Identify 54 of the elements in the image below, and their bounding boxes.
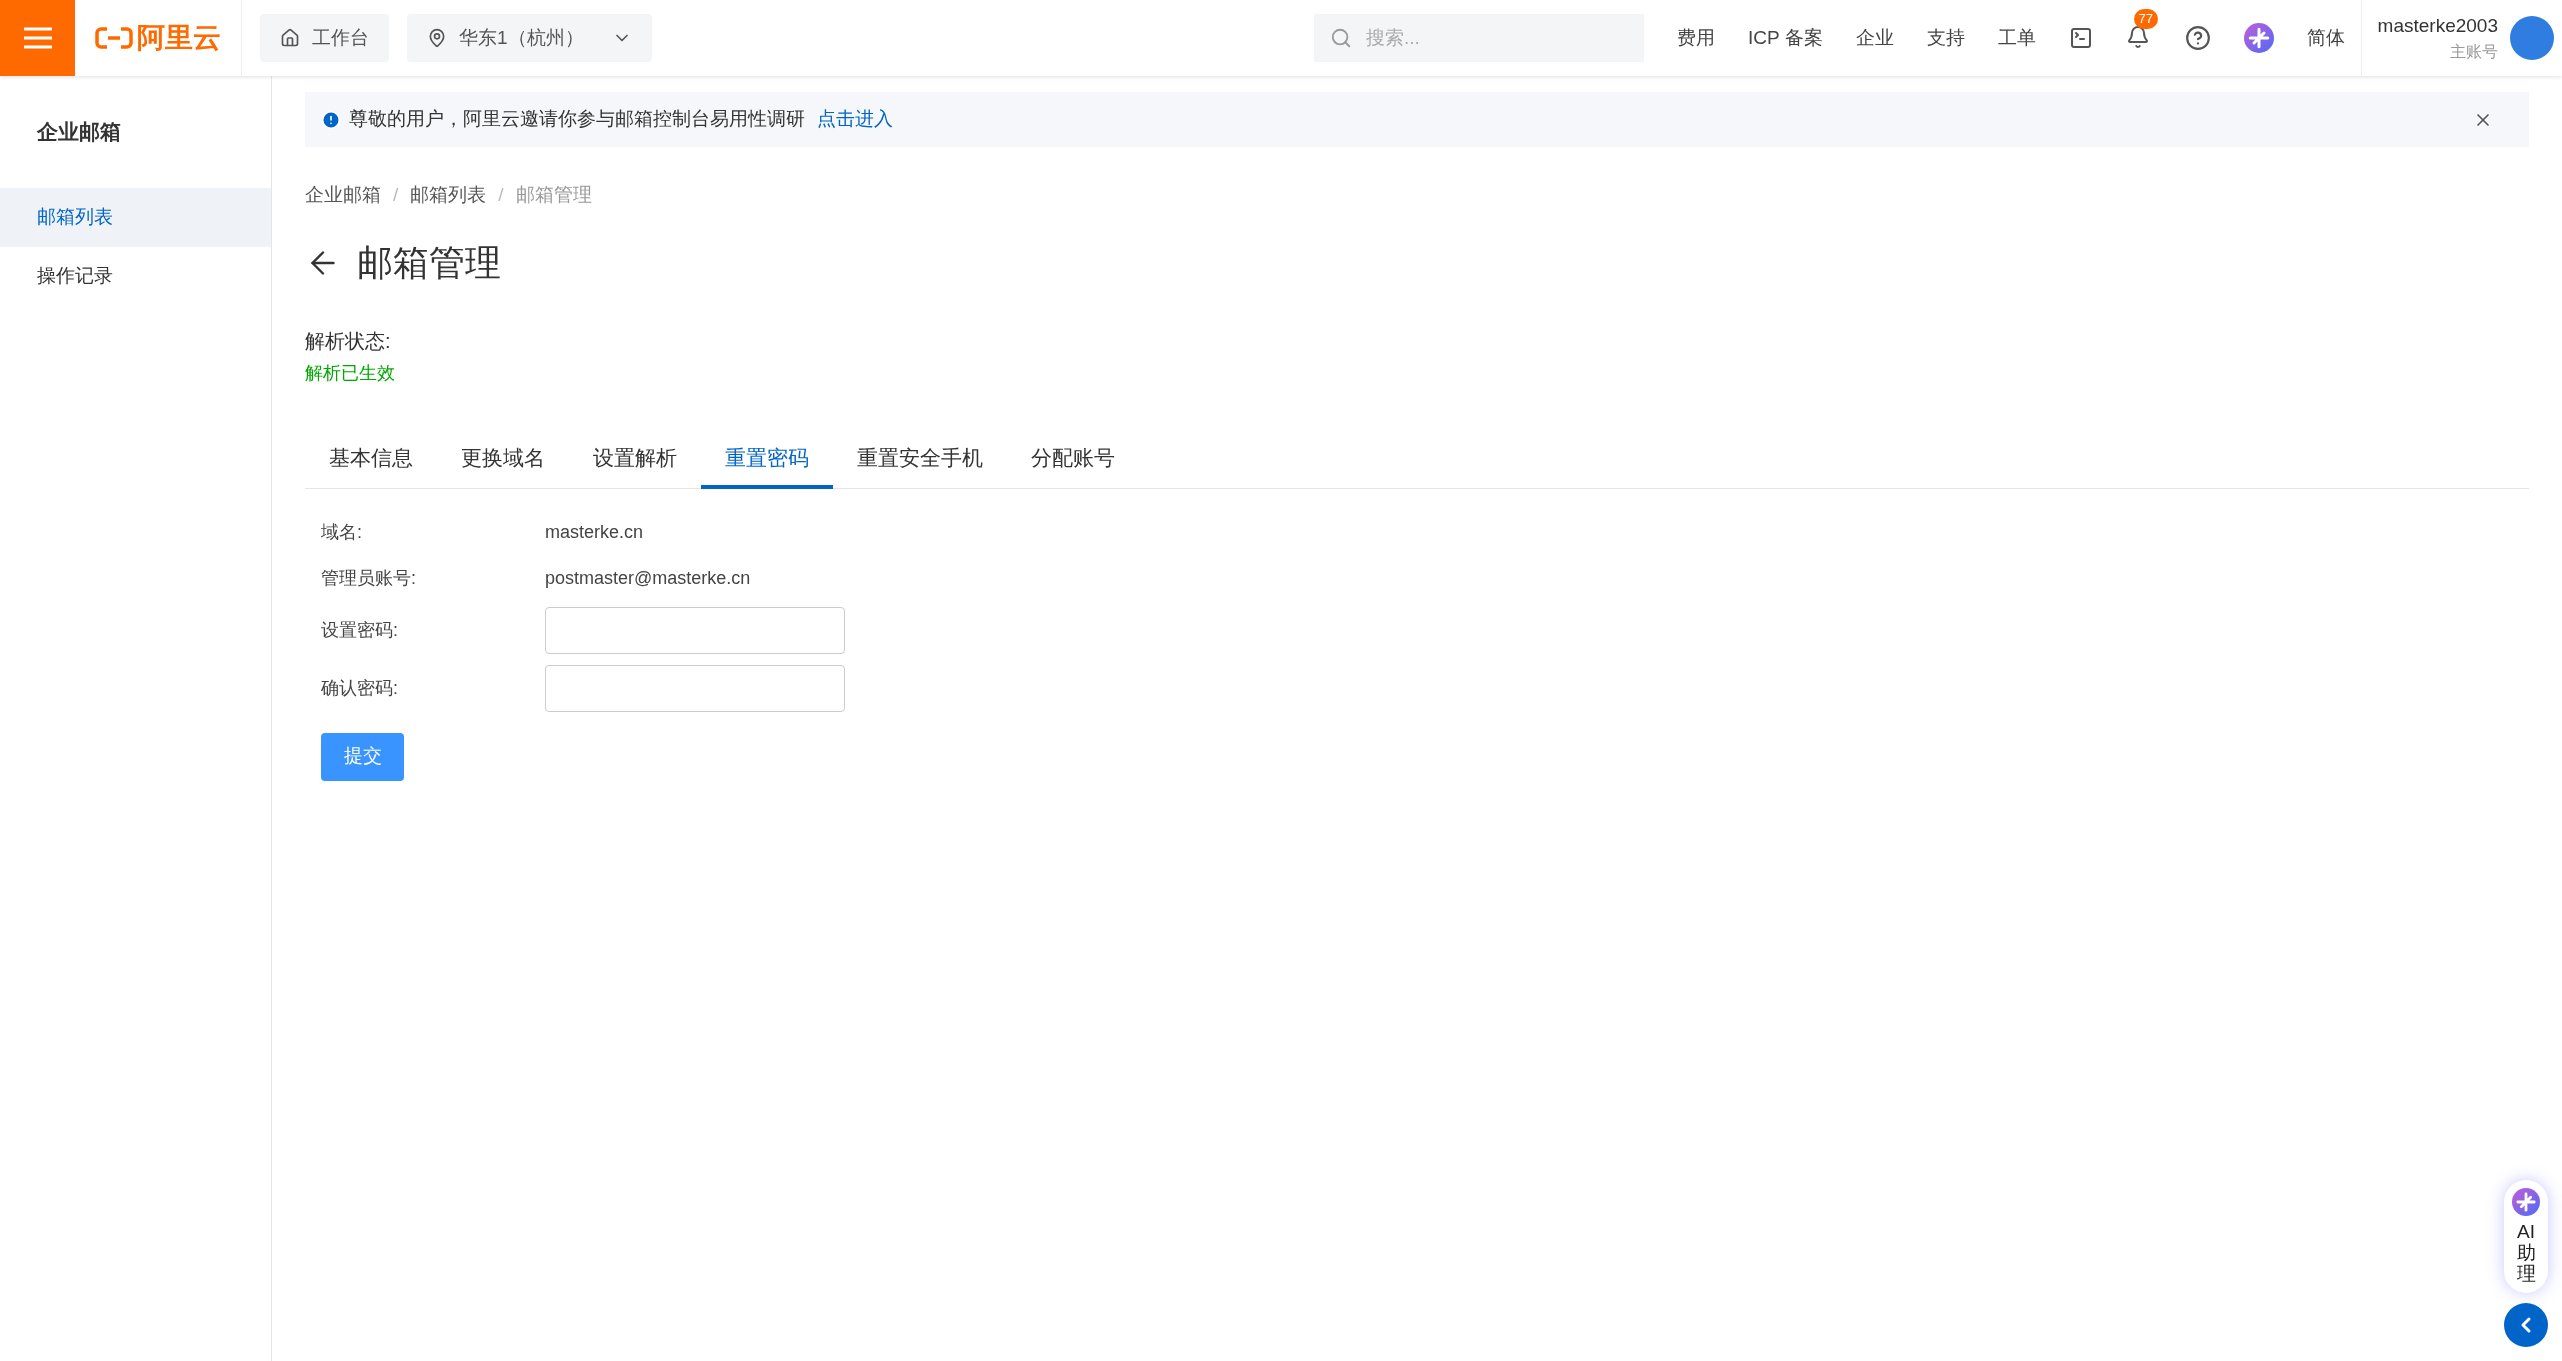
tab[interactable]: 设置解析 <box>569 430 701 489</box>
status-label: 解析状态: <box>305 328 392 354</box>
page-title: 邮箱管理 <box>357 240 501 285</box>
search-field[interactable]: 搜索... <box>1314 14 1644 62</box>
breadcrumb-item[interactable]: 邮箱列表 <box>410 181 487 210</box>
home-icon <box>280 28 300 48</box>
field-label: 确认密码: <box>321 676 399 700</box>
field-value: masterke.cn <box>545 520 644 544</box>
logo-text: 阿里云 <box>137 21 221 55</box>
breadcrumb-separator: / <box>393 183 399 207</box>
avatar[interactable] <box>2510 16 2554 60</box>
search-icon <box>1330 27 1352 49</box>
ai-assistant-button[interactable]: AI助理 <box>2504 1180 2548 1293</box>
tab[interactable]: 基本信息 <box>305 430 437 489</box>
sidebar-item[interactable]: 邮箱列表 <box>0 187 271 247</box>
nav-link[interactable]: 支持 <box>1926 23 1965 53</box>
language-link[interactable]: 简体 <box>2306 23 2345 53</box>
location-icon <box>427 28 447 48</box>
tab[interactable]: 重置密码 <box>701 430 833 489</box>
nav-link[interactable]: 企业 <box>1855 23 1894 53</box>
field-value: postmaster@masterke.cn <box>545 566 751 590</box>
logo-icon <box>95 26 133 50</box>
breadcrumb-separator: / <box>498 183 504 207</box>
terminal-icon[interactable] <box>2068 26 2093 50</box>
field-label: 设置密码: <box>321 618 399 642</box>
password-input[interactable] <box>545 664 845 712</box>
region-selector[interactable]: 华东1（杭州） <box>407 14 652 62</box>
notice-text: 尊敬的用户，阿里云邀请你参与邮箱控制台易用性调研 <box>349 107 805 132</box>
field-label: 域名: <box>321 520 363 544</box>
menu-icon <box>21 26 54 50</box>
help-icon[interactable] <box>2184 25 2211 51</box>
info-icon <box>321 109 341 130</box>
notice-link[interactable]: 点击进入 <box>817 105 893 134</box>
tab[interactable]: 重置安全手机 <box>833 430 1007 489</box>
tab[interactable]: 更换域名 <box>437 430 569 489</box>
breadcrumb-item[interactable]: 企业邮箱 <box>305 181 381 210</box>
nav-link[interactable]: 费用 <box>1677 23 1715 53</box>
collapse-button[interactable] <box>2504 1303 2548 1347</box>
sparkle-icon <box>2512 1188 2540 1217</box>
password-input[interactable] <box>545 606 845 654</box>
nav-link[interactable]: ICP 备案 <box>1748 23 1823 53</box>
user-name[interactable]: masterke2003 <box>2377 11 2498 41</box>
menu-button[interactable] <box>0 0 75 76</box>
nav-link[interactable]: 工单 <box>1997 23 2036 53</box>
bell-icon[interactable] <box>2125 25 2150 49</box>
field-label: 管理员账号: <box>321 566 417 590</box>
workbench-button[interactable]: 工作台 <box>260 14 389 62</box>
status-value: 解析已生效 <box>305 361 396 385</box>
sidebar-title: 企业邮箱 <box>36 119 122 145</box>
user-role: 主账号 <box>2450 42 2498 63</box>
tab[interactable]: 分配账号 <box>1007 430 1139 489</box>
sidebar-item[interactable]: 操作记录 <box>0 246 271 306</box>
notification-badge: 77 <box>2133 9 2159 29</box>
sparkle-icon <box>2243 23 2274 53</box>
